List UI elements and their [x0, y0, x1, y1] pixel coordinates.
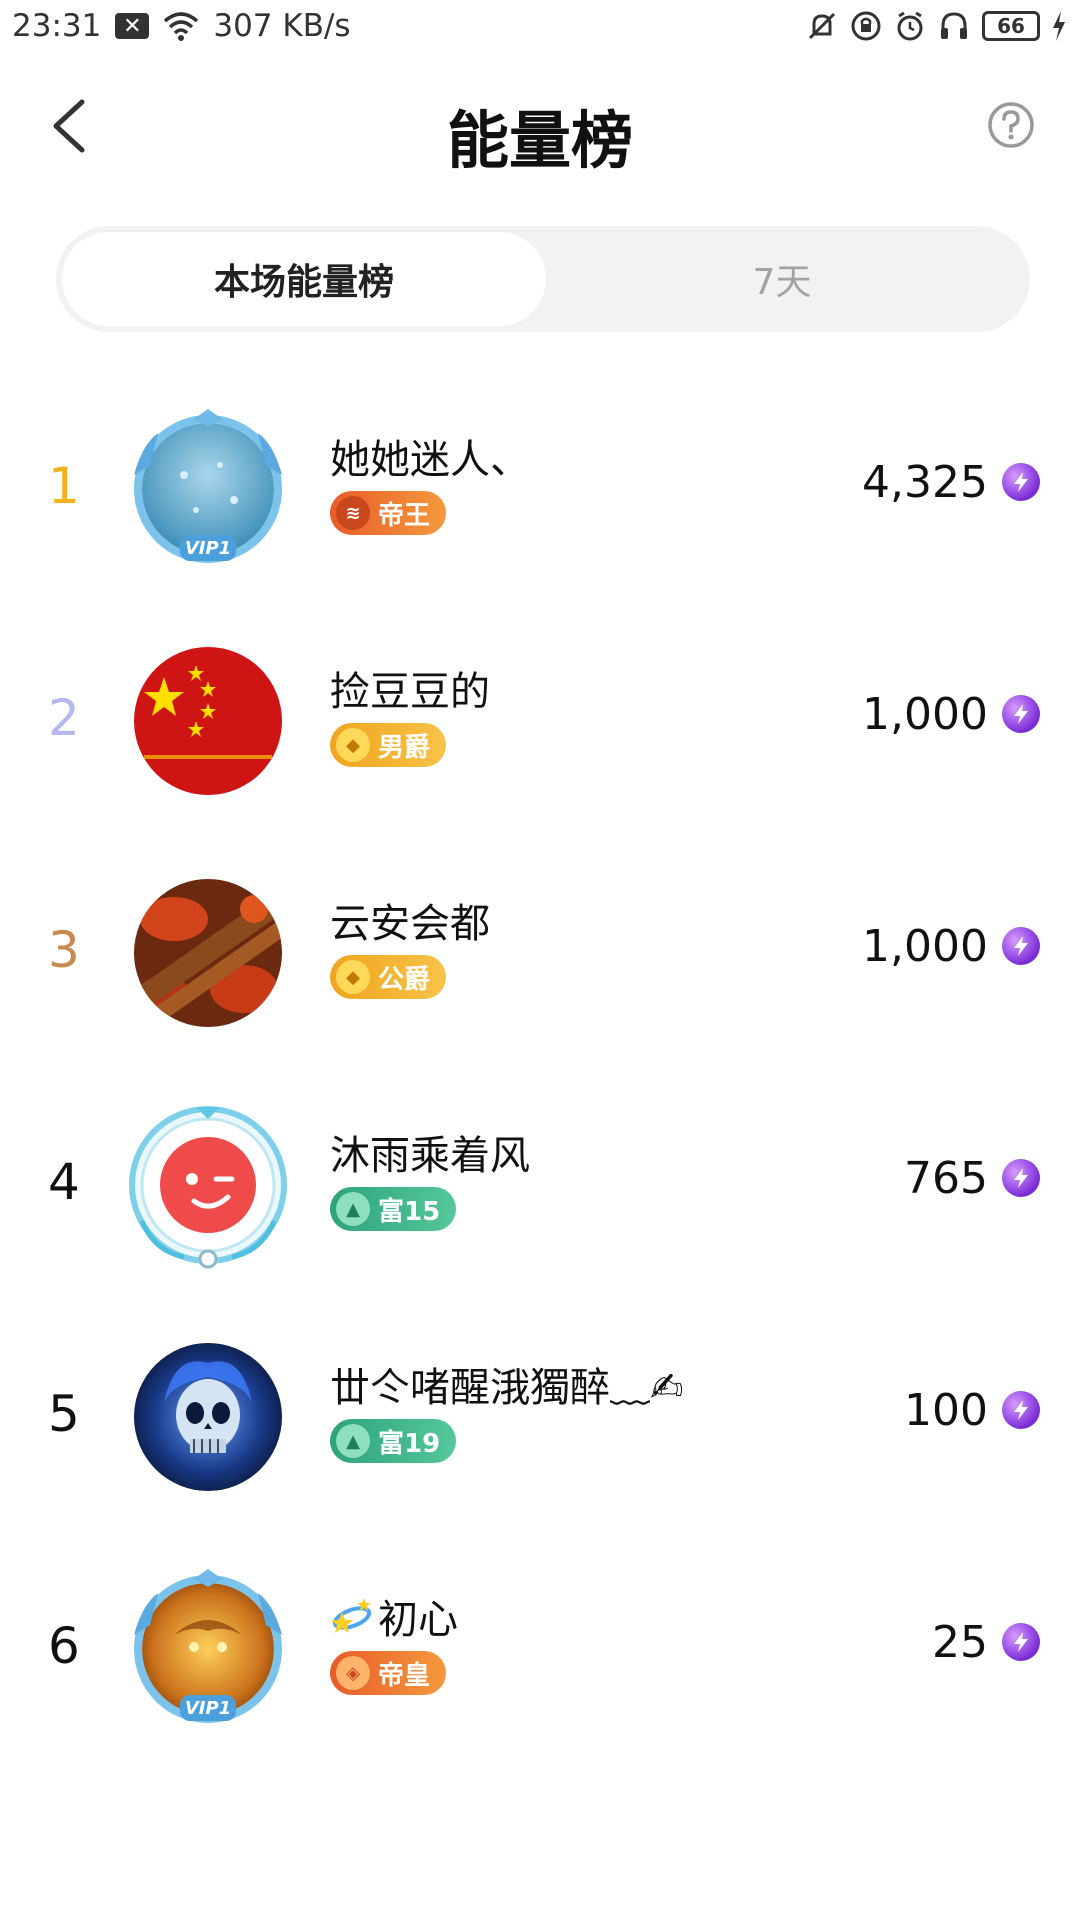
flame-skull-avatar	[134, 1343, 282, 1491]
badge-label: 帝王	[378, 500, 431, 531]
energy-score: 4,325	[862, 457, 988, 508]
user-name: 沐雨乘着风	[330, 1133, 530, 1179]
avatar[interactable]	[124, 1333, 292, 1501]
energy-lightning-icon	[1002, 1391, 1040, 1429]
energy-lightning-icon	[1002, 1623, 1040, 1661]
charging-icon	[1053, 11, 1065, 41]
badge-label: 帝皇	[378, 1660, 431, 1691]
level-badge: ▲ 富19	[330, 1419, 457, 1463]
avatar[interactable]: VIP1	[124, 1565, 292, 1733]
user-name: 丗仒啫醒涐獨醉﹏✍	[330, 1365, 684, 1411]
page-title: 能量榜	[446, 104, 633, 177]
level-badge: ◆ 公爵	[330, 955, 447, 999]
rank-number: 2	[48, 689, 80, 747]
avatar[interactable]	[124, 1101, 292, 1269]
lock-rotation-icon	[851, 11, 881, 41]
vip-avatar-frame: VIP1	[134, 409, 282, 563]
triangle-icon: ▲	[336, 1192, 370, 1226]
rank-chevron-icon: ≋	[336, 496, 370, 530]
tab-this-session[interactable]: 本场能量榜	[62, 232, 546, 326]
rank-number: 1	[48, 457, 80, 515]
user-name: 云安会都	[330, 901, 490, 947]
user-name-text: 初心	[378, 1597, 458, 1643]
badge-label: 富19	[378, 1428, 441, 1459]
level-badge: ▲ 富15	[330, 1187, 457, 1231]
energy-score: 1,000	[862, 921, 988, 972]
energy-lightning-icon	[1002, 927, 1040, 965]
ranking-list: 1 VIP1 她她迷人、 ≋ 帝王 4,325 2 捡豆豆的 ◆ 男爵 1,00…	[0, 375, 1080, 1767]
header: 能量榜	[0, 70, 1080, 180]
tab-bar: 本场能量榜 7天	[56, 226, 1030, 332]
energy-lightning-icon	[1002, 463, 1040, 501]
wink-face-avatar	[129, 1106, 287, 1269]
badge-label: 富15	[378, 1196, 441, 1227]
level-badge: ≋ 帝王	[330, 491, 447, 535]
user-name: 捡豆豆的	[330, 669, 490, 715]
badge-label: 公爵	[378, 964, 431, 995]
energy-score: 1,000	[862, 689, 988, 740]
vip-avatar-frame: VIP1	[134, 1569, 282, 1723]
energy-score: 100	[904, 1385, 988, 1436]
ranking-row[interactable]: 3 云安会都 ◆ 公爵 1,000	[0, 839, 1080, 1071]
energy-lightning-icon	[1002, 695, 1040, 733]
triangle-icon: ▲	[336, 1424, 370, 1458]
help-icon[interactable]	[986, 100, 1036, 150]
notification-close-icon: ✕	[115, 13, 150, 39]
rank-number: 5	[48, 1385, 80, 1443]
network-speed: 307 KB/s	[213, 8, 351, 44]
energy-score: 25	[932, 1617, 988, 1668]
status-bar: 23:31 ✕ 307 KB/s 66	[0, 0, 1080, 56]
avatar[interactable]: VIP1	[124, 405, 292, 573]
diamond-icon: ◆	[336, 728, 370, 762]
energy-score: 765	[904, 1153, 988, 1204]
user-name: 初心	[330, 1587, 458, 1645]
ranking-row[interactable]: 4 沐雨乘着风 ▲ 富15 765	[0, 1071, 1080, 1303]
diamond-icon: ◆	[336, 960, 370, 994]
svg-text:VIP1: VIP1	[185, 538, 231, 559]
rank-number: 4	[48, 1153, 80, 1211]
alarm-icon	[897, 11, 923, 41]
status-time: 23:31	[12, 8, 102, 44]
level-badge: ◆ 男爵	[330, 723, 447, 767]
china-flag-avatar	[134, 647, 282, 795]
avatar[interactable]	[124, 869, 292, 1037]
svg-text:VIP1: VIP1	[185, 1698, 231, 1719]
level-badge: ◈ 帝皇	[330, 1651, 447, 1695]
rank-number: 3	[48, 921, 80, 979]
energy-lightning-icon	[1002, 1159, 1040, 1197]
ranking-row[interactable]: 5 丗仒啫醒涐獨醉﹏✍ ▲ 富19 100	[0, 1303, 1080, 1535]
mute-bell-icon	[808, 12, 836, 40]
headphones-icon	[941, 12, 967, 39]
badge-label: 男爵	[378, 732, 431, 763]
user-name: 她她迷人、	[330, 437, 530, 483]
avatar[interactable]	[124, 637, 292, 805]
sparkle-planet-icon	[331, 1598, 372, 1633]
tab-7-days[interactable]: 7天	[540, 232, 1024, 326]
gem-icon: ◈	[336, 1656, 370, 1690]
ranking-row[interactable]: 2 捡豆豆的 ◆ 男爵 1,000	[0, 607, 1080, 839]
rank-number: 6	[48, 1617, 80, 1675]
crawfish-avatar	[134, 879, 282, 1027]
wifi-icon	[164, 12, 199, 41]
ranking-row[interactable]: 6 VIP1 初心 ◈ 帝皇 25	[0, 1535, 1080, 1767]
ranking-row[interactable]: 1 VIP1 她她迷人、 ≋ 帝王 4,325	[0, 375, 1080, 607]
battery-icon: 66	[982, 11, 1040, 41]
